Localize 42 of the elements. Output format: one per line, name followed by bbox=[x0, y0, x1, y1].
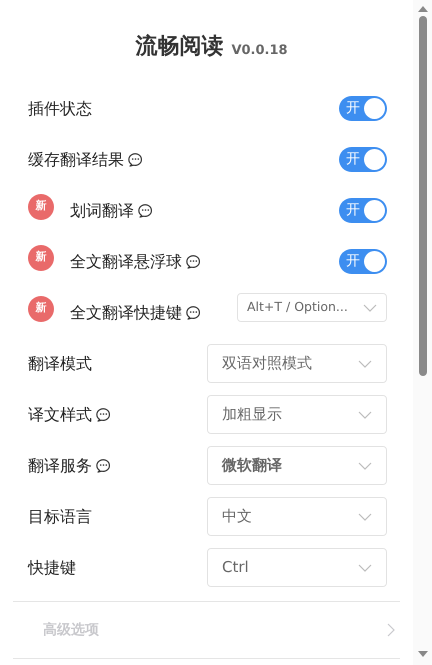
comment-icon[interactable] bbox=[128, 152, 143, 167]
chevron-down-icon bbox=[363, 304, 377, 312]
new-badge: 新 bbox=[28, 194, 54, 220]
setting-label: 快捷键 bbox=[28, 556, 76, 578]
scroll-down-icon[interactable] bbox=[418, 651, 428, 657]
setting-label: 全文翻译快捷键 bbox=[70, 302, 182, 324]
scrollbar[interactable] bbox=[413, 0, 432, 665]
comment-icon[interactable] bbox=[96, 407, 111, 422]
setting-label: 译文样式 bbox=[28, 404, 92, 426]
select-field[interactable]: 中文 bbox=[207, 497, 387, 536]
select-field[interactable]: 加粗显示 bbox=[207, 395, 387, 434]
comment-icon[interactable] bbox=[186, 254, 201, 269]
new-badge: 新 bbox=[28, 296, 54, 322]
chevron-down-icon bbox=[358, 462, 372, 470]
toggle-switch[interactable]: 开 bbox=[339, 249, 387, 274]
new-badge: 新 bbox=[28, 244, 54, 270]
toggle-switch[interactable]: 开 bbox=[339, 147, 387, 172]
chevron-down-icon bbox=[358, 564, 372, 572]
setting-label: 划词翻译 bbox=[70, 200, 134, 222]
select-field[interactable]: Ctrl bbox=[207, 548, 387, 587]
setting-label: 翻译模式 bbox=[28, 352, 92, 374]
chevron-down-icon bbox=[358, 360, 372, 368]
setting-label: 目标语言 bbox=[28, 506, 92, 528]
version-label: V0.0.18 bbox=[231, 42, 288, 60]
toggle-switch[interactable]: 开 bbox=[339, 96, 387, 121]
chevron-down-icon bbox=[358, 410, 372, 418]
setting-label: 插件状态 bbox=[28, 98, 92, 120]
scroll-up-icon[interactable] bbox=[418, 6, 428, 12]
select-field[interactable]: Alt+T / Option... bbox=[237, 293, 387, 322]
setting-label: 翻译服务 bbox=[28, 454, 92, 476]
comment-icon[interactable] bbox=[138, 203, 153, 218]
setting-label: 全文翻译悬浮球 bbox=[70, 250, 182, 272]
toggle-switch[interactable]: 开 bbox=[339, 198, 387, 223]
chevron-right-icon bbox=[387, 623, 395, 637]
setting-label: 缓存翻译结果 bbox=[28, 148, 124, 170]
chevron-down-icon bbox=[358, 512, 372, 520]
comment-icon[interactable] bbox=[96, 458, 111, 473]
select-field[interactable]: 微软翻译 bbox=[207, 446, 387, 485]
comment-icon[interactable] bbox=[186, 305, 201, 320]
app-title: 流畅阅读 bbox=[135, 32, 224, 61]
scroll-thumb[interactable] bbox=[418, 16, 426, 376]
select-field[interactable]: 双语对照模式 bbox=[207, 344, 387, 383]
